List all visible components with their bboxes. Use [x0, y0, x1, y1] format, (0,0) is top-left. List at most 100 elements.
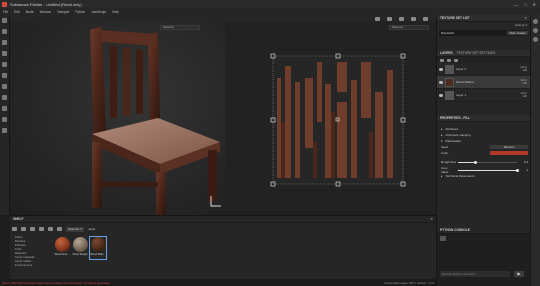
color-picker-icon[interactable] — [2, 84, 7, 89]
polygon-fill-icon[interactable] — [2, 51, 7, 56]
export-icon[interactable] — [2, 117, 7, 122]
settings-icon[interactable] — [57, 227, 62, 231]
close-icon[interactable]: ✕ — [533, 2, 536, 7]
close-icon[interactable]: ✕ — [430, 217, 433, 221]
layer-thumbnail — [445, 77, 454, 87]
layer-row[interactable]: Layer 1 Norm 100 — [437, 89, 530, 102]
grey-value-slider[interactable] — [458, 168, 519, 172]
texture-set-settings-dropdown[interactable]: Settings ▾ — [515, 23, 527, 27]
log-icon[interactable] — [2, 128, 7, 133]
shelf-title: SHELF — [13, 217, 24, 221]
menu-bar: File Edit Mode Window Viewport Python Ja… — [0, 8, 540, 15]
python-console-header: PYTHON CONSOLE — [437, 227, 530, 234]
add-layer-icon[interactable] — [440, 58, 444, 62]
shelf-panel: SHELF ✕ Materials ✕ wood Filters Brushes… — [10, 215, 436, 279]
layer-opacity[interactable]: 100 — [523, 69, 527, 72]
menu-viewport[interactable]: Viewport — [57, 10, 69, 14]
visibility-eye-icon[interactable] — [439, 67, 443, 71]
layer-row-selected[interactable]: Wood Walnut Norm 100 — [437, 76, 530, 89]
shader-select[interactable]: Main shader — [507, 31, 528, 35]
shelf-header: SHELF ✕ — [10, 216, 436, 223]
viewport-3d[interactable]: Material — [10, 22, 225, 215]
layer-opacity[interactable]: 100 — [523, 82, 527, 85]
maximize-icon[interactable]: □ — [524, 2, 526, 7]
visibility-eye-icon[interactable] — [439, 93, 443, 97]
material-name: Wood Ame... — [54, 253, 70, 256]
category-environments[interactable]: Environments — [15, 263, 52, 267]
smudge-icon[interactable] — [2, 62, 7, 67]
search-filter-chip[interactable]: Materials ✕ — [66, 226, 85, 232]
material-thumbnail[interactable]: Wood Rough — [72, 237, 88, 259]
material-picker-icon[interactable] — [2, 95, 7, 100]
menu-python[interactable]: Python — [75, 10, 85, 14]
roughness-value[interactable]: 0.3 — [522, 160, 528, 164]
window-title: Substance Painter - Untitled (Read only) — [10, 1, 82, 7]
clone-icon[interactable] — [2, 73, 7, 78]
section-label: Channels mapping — [445, 133, 471, 137]
search-input[interactable]: wood — [88, 227, 95, 231]
tab-layers[interactable]: LAYERS — [440, 51, 453, 55]
grid-view-icon[interactable] — [12, 227, 17, 231]
material-preview-ball — [54, 237, 70, 252]
tab-texture-set-settings[interactable]: TEXTURE SET SETTINGS — [457, 51, 496, 55]
section-label: Parameters — [445, 139, 462, 143]
roughness-label: Roughness — [441, 160, 457, 164]
technical-parameters-section[interactable]: ▸ Technical Parameters — [437, 173, 530, 179]
display-dock-icon[interactable] — [533, 37, 538, 42]
properties-title: PROPERTIES - FILL — [440, 116, 471, 120]
environment-icon[interactable] — [423, 16, 428, 21]
texture-set-name: BandAid2 — [441, 31, 455, 35]
menu-file[interactable]: File — [3, 10, 8, 14]
status-error-message: [Scene 3D] Mesh provided doesn't seem to… — [2, 280, 111, 285]
material-preview-ball — [90, 237, 106, 252]
add-fill-layer-icon[interactable] — [447, 58, 451, 62]
eraser-icon[interactable] — [2, 29, 7, 34]
material-thumbnail[interactable]: Wood Ame... — [54, 237, 70, 259]
section-label: Attributes — [445, 127, 459, 131]
camera-icon[interactable] — [387, 16, 392, 21]
menu-edit[interactable]: Edit — [14, 10, 20, 14]
layer-row[interactable]: Layer 2 Norm 100 — [437, 63, 530, 76]
context-toolbar — [0, 15, 436, 22]
texture-set-row[interactable]: BandAid2 Main shader — [439, 30, 528, 36]
texture-set-list-header: TEXTURE SET LIST ✕ — [437, 15, 530, 22]
paint-brush-icon[interactable] — [2, 18, 7, 23]
clear-console-icon[interactable] — [440, 236, 446, 241]
projection-icon[interactable] — [2, 40, 7, 45]
menu-window[interactable]: Window — [40, 10, 51, 14]
layers-dock-icon[interactable] — [533, 28, 538, 33]
minimize-icon[interactable]: — — [514, 2, 518, 7]
bake-icon[interactable] — [2, 106, 7, 111]
filter-icon[interactable] — [48, 227, 53, 231]
run-button[interactable]: ▶ — [514, 271, 524, 277]
python-command-input[interactable]: Execute Python command — [440, 271, 510, 277]
import-icon[interactable] — [30, 227, 35, 231]
screenshot-icon[interactable] — [399, 16, 404, 21]
layer-opacity[interactable]: 100 — [523, 95, 527, 98]
menu-help[interactable]: Help — [112, 10, 119, 14]
layer-thumbnail — [445, 64, 454, 74]
color-label: Color — [441, 151, 449, 155]
visibility-eye-icon[interactable] — [439, 80, 443, 84]
axis-gizmo-icon — [210, 196, 221, 207]
menu-mode[interactable]: Mode — [26, 10, 34, 14]
render-mode-icon[interactable] — [375, 16, 380, 21]
seed-dropdown[interactable]: Random — [490, 145, 528, 149]
texture-set-dock-icon[interactable] — [533, 19, 538, 24]
color-swatch[interactable] — [490, 151, 528, 155]
add-mask-icon[interactable] — [454, 58, 458, 62]
python-console-title: PYTHON CONSOLE — [440, 228, 470, 232]
roughness-slider[interactable] — [458, 160, 517, 164]
viewport-2d[interactable]: Material — [225, 22, 436, 215]
chevron-down-icon: ▾ — [441, 139, 443, 143]
list-view-icon[interactable] — [21, 227, 26, 231]
folder-icon[interactable] — [39, 227, 44, 231]
close-icon[interactable]: ✕ — [524, 16, 527, 20]
layer-thumbnail — [445, 90, 454, 100]
grey-value-value[interactable]: 1 — [522, 168, 528, 172]
display-settings-icon[interactable] — [411, 16, 416, 21]
chevron-right-icon: ▸ — [441, 174, 443, 178]
shelf-categories: Filters Brushes Particles Tools Material… — [12, 235, 52, 279]
material-thumbnail-selected[interactable]: Wood Waln... — [89, 236, 107, 260]
menu-javascript[interactable]: JavaScript — [91, 10, 106, 14]
